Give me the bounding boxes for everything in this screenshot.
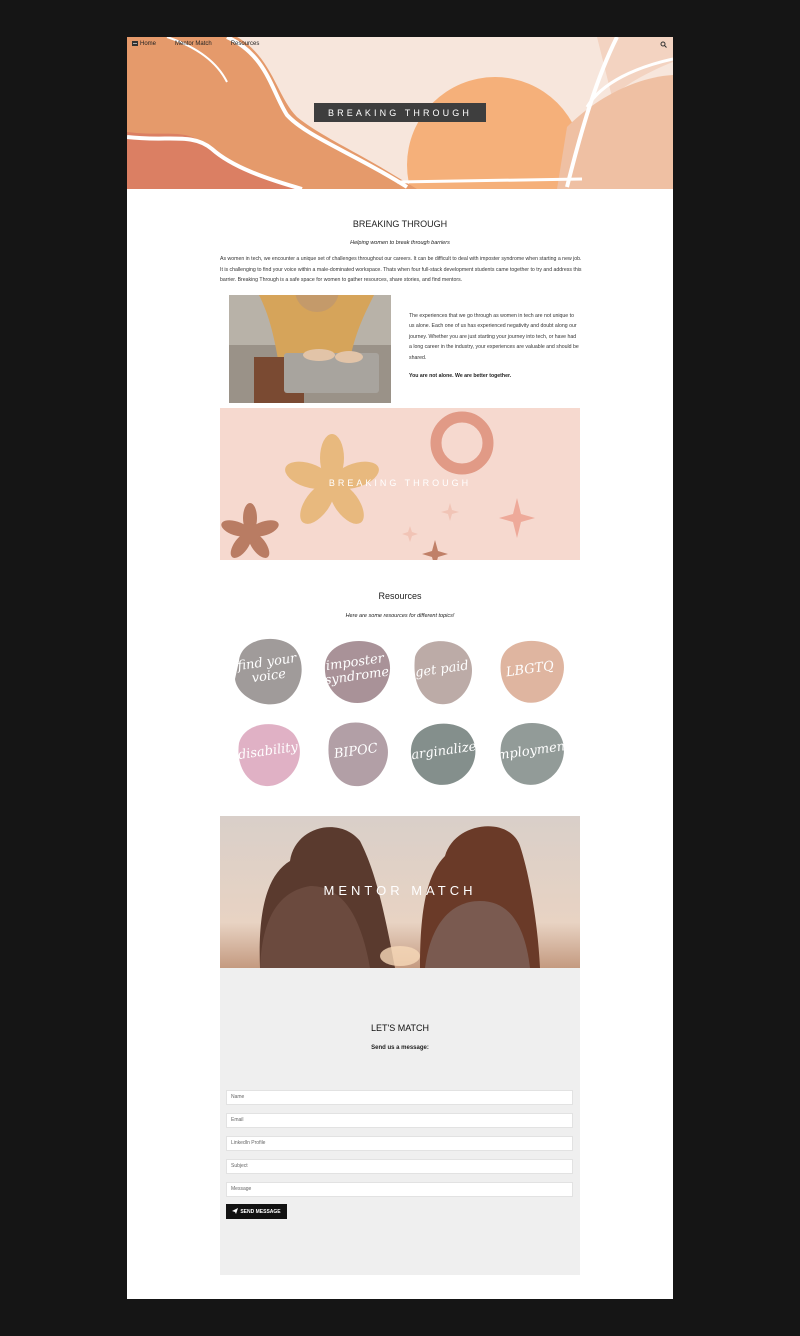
linkedin-field[interactable]: LinkedIn Profile (226, 1136, 573, 1151)
nav-item-mentor-match[interactable]: Mentor Match (132, 41, 212, 47)
resource-imposter-syndrome[interactable]: imposter syndrome (317, 631, 395, 709)
resource-find-your-voice[interactable]: find your voice (229, 631, 307, 709)
resource-label: imposter syndrome (323, 651, 391, 689)
contact-subtitle: Send us a message: (371, 1045, 429, 1051)
hero-title: BREAKING THROUGH (314, 103, 486, 122)
intro-heading: BREAKING THROUGH (352, 219, 448, 229)
name-field[interactable]: Name (226, 1090, 573, 1105)
resource-employment[interactable]: employment (489, 713, 571, 791)
paper-plane-icon (232, 1207, 239, 1216)
breaking-through-banner[interactable]: BREAKING THROUGH (220, 408, 580, 560)
hero-banner: Home Mentor Match Resources BREAKING THR… (127, 37, 673, 189)
resource-label: LBGTQ (505, 658, 555, 681)
contact-form: LET'S MATCH Send us a message: Name Emai… (220, 968, 580, 1275)
page: Home Mentor Match Resources BREAKING THR… (127, 37, 673, 1299)
side-text: The experiences that we go through as wo… (409, 313, 579, 361)
table-icon (132, 41, 173, 47)
resource-label: disability (237, 739, 299, 764)
mentor-match-banner[interactable]: MENTOR MATCH (220, 816, 580, 968)
resource-label: employment (488, 738, 572, 765)
resource-marginalized[interactable]: marginalized (398, 713, 486, 791)
banner-text: BREAKING THROUGH (328, 478, 472, 488)
search-icon[interactable] (660, 41, 667, 48)
resource-label: find your voice (236, 651, 298, 687)
nav-item-resources[interactable]: Resources (132, 41, 260, 47)
intro-tagline: Helping women to break through barriers (350, 240, 450, 246)
email-field[interactable]: Email (226, 1113, 573, 1128)
resources-heading: Resources (378, 591, 422, 601)
contact-title: LET'S MATCH (370, 1023, 430, 1033)
resource-lbgtq[interactable]: LBGTQ (491, 631, 569, 709)
resource-get-paid[interactable]: get paid (403, 631, 481, 709)
resource-label: get paid (414, 658, 470, 681)
message-field[interactable]: Message (226, 1182, 573, 1197)
nav-label: Resources (230, 41, 260, 47)
resource-label: BIPOC (333, 741, 379, 762)
nav-label: Mentor Match (175, 41, 212, 47)
grid-icon (132, 41, 229, 47)
top-nav: Home Mentor Match Resources (132, 41, 259, 47)
resources-tagline: Here are some resources for different to… (345, 613, 455, 619)
intro-paragraph: As women in tech, we encounter a unique … (220, 256, 582, 283)
laptop-photo (229, 295, 391, 403)
resource-label: marginalized (398, 738, 486, 765)
send-label: SEND MESSAGE (240, 1208, 281, 1215)
send-message-button[interactable]: SEND MESSAGE (226, 1204, 287, 1219)
side-bold-text: You are not alone. We are better togethe… (409, 373, 512, 379)
mentor-match-title: MENTOR MATCH (323, 883, 477, 898)
nav-label: Home (140, 41, 157, 47)
resource-bipoc[interactable]: BIPOC (317, 713, 395, 791)
subject-field[interactable]: Subject (226, 1159, 573, 1174)
resource-disability[interactable]: disability (229, 713, 307, 791)
